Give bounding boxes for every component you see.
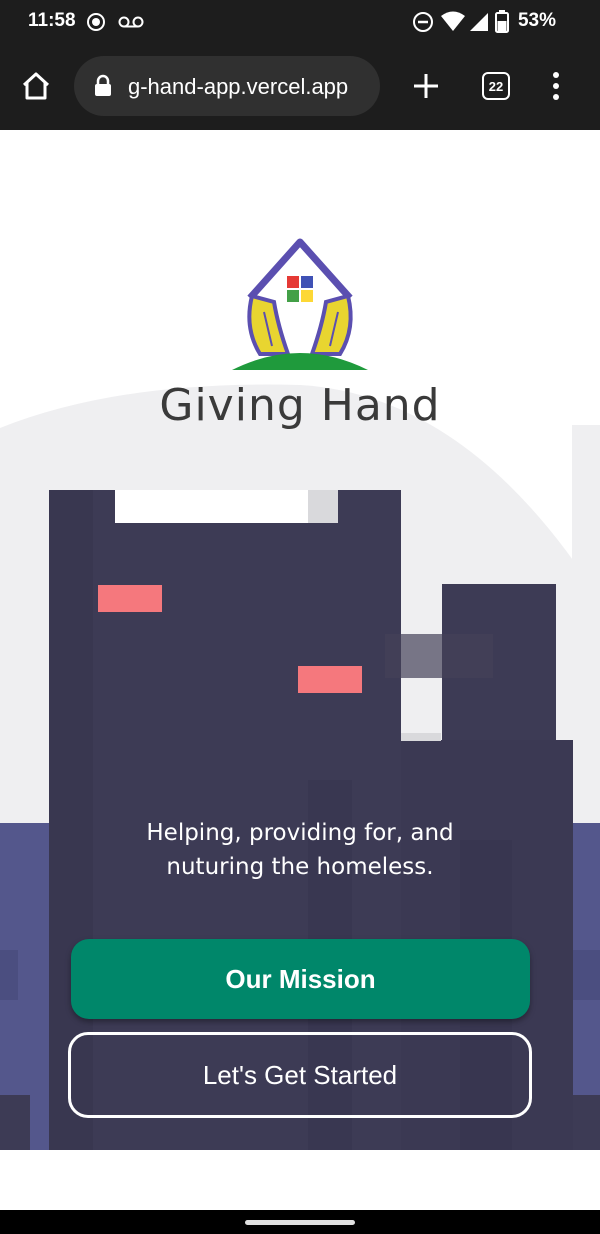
status-bar: 11:58 53% <box>0 0 600 44</box>
signal-icon <box>470 13 488 31</box>
wifi-icon <box>441 11 465 31</box>
system-nav-bar <box>0 1210 600 1234</box>
browser-toolbar: g-hand-app.vercel.app 22 <box>0 44 600 130</box>
tab-count: 22 <box>488 78 504 94</box>
page-content: Giving Hand Helping, providing for, and … <box>0 130 600 1210</box>
menu-icon[interactable] <box>550 70 562 102</box>
tabs-icon[interactable]: 22 <box>482 72 510 100</box>
status-time: 11:58 <box>28 10 76 31</box>
giving-hand-logo <box>232 238 368 370</box>
get-started-button[interactable]: Let's Get Started <box>68 1032 532 1118</box>
address-bar[interactable]: g-hand-app.vercel.app <box>74 56 380 116</box>
lock-icon <box>95 74 111 96</box>
voicemail-icon <box>118 16 144 28</box>
url-text: g-hand-app.vercel.app <box>128 74 349 99</box>
new-tab-icon[interactable] <box>412 72 440 100</box>
screen-record-icon <box>87 13 105 31</box>
tagline-line-1: Helping, providing for, and <box>146 820 454 846</box>
dnd-icon <box>413 12 433 32</box>
battery-icon <box>495 10 509 33</box>
our-mission-button[interactable]: Our Mission <box>71 939 530 1019</box>
home-gesture-handle[interactable] <box>245 1220 355 1225</box>
home-icon[interactable] <box>20 70 52 102</box>
brand-name: Giving Hand <box>159 380 441 431</box>
tagline-line-2: nuturing the homeless. <box>166 854 434 880</box>
tagline: Helping, providing for, and nuturing the… <box>100 816 500 884</box>
battery-percent: 53% <box>517 10 556 31</box>
